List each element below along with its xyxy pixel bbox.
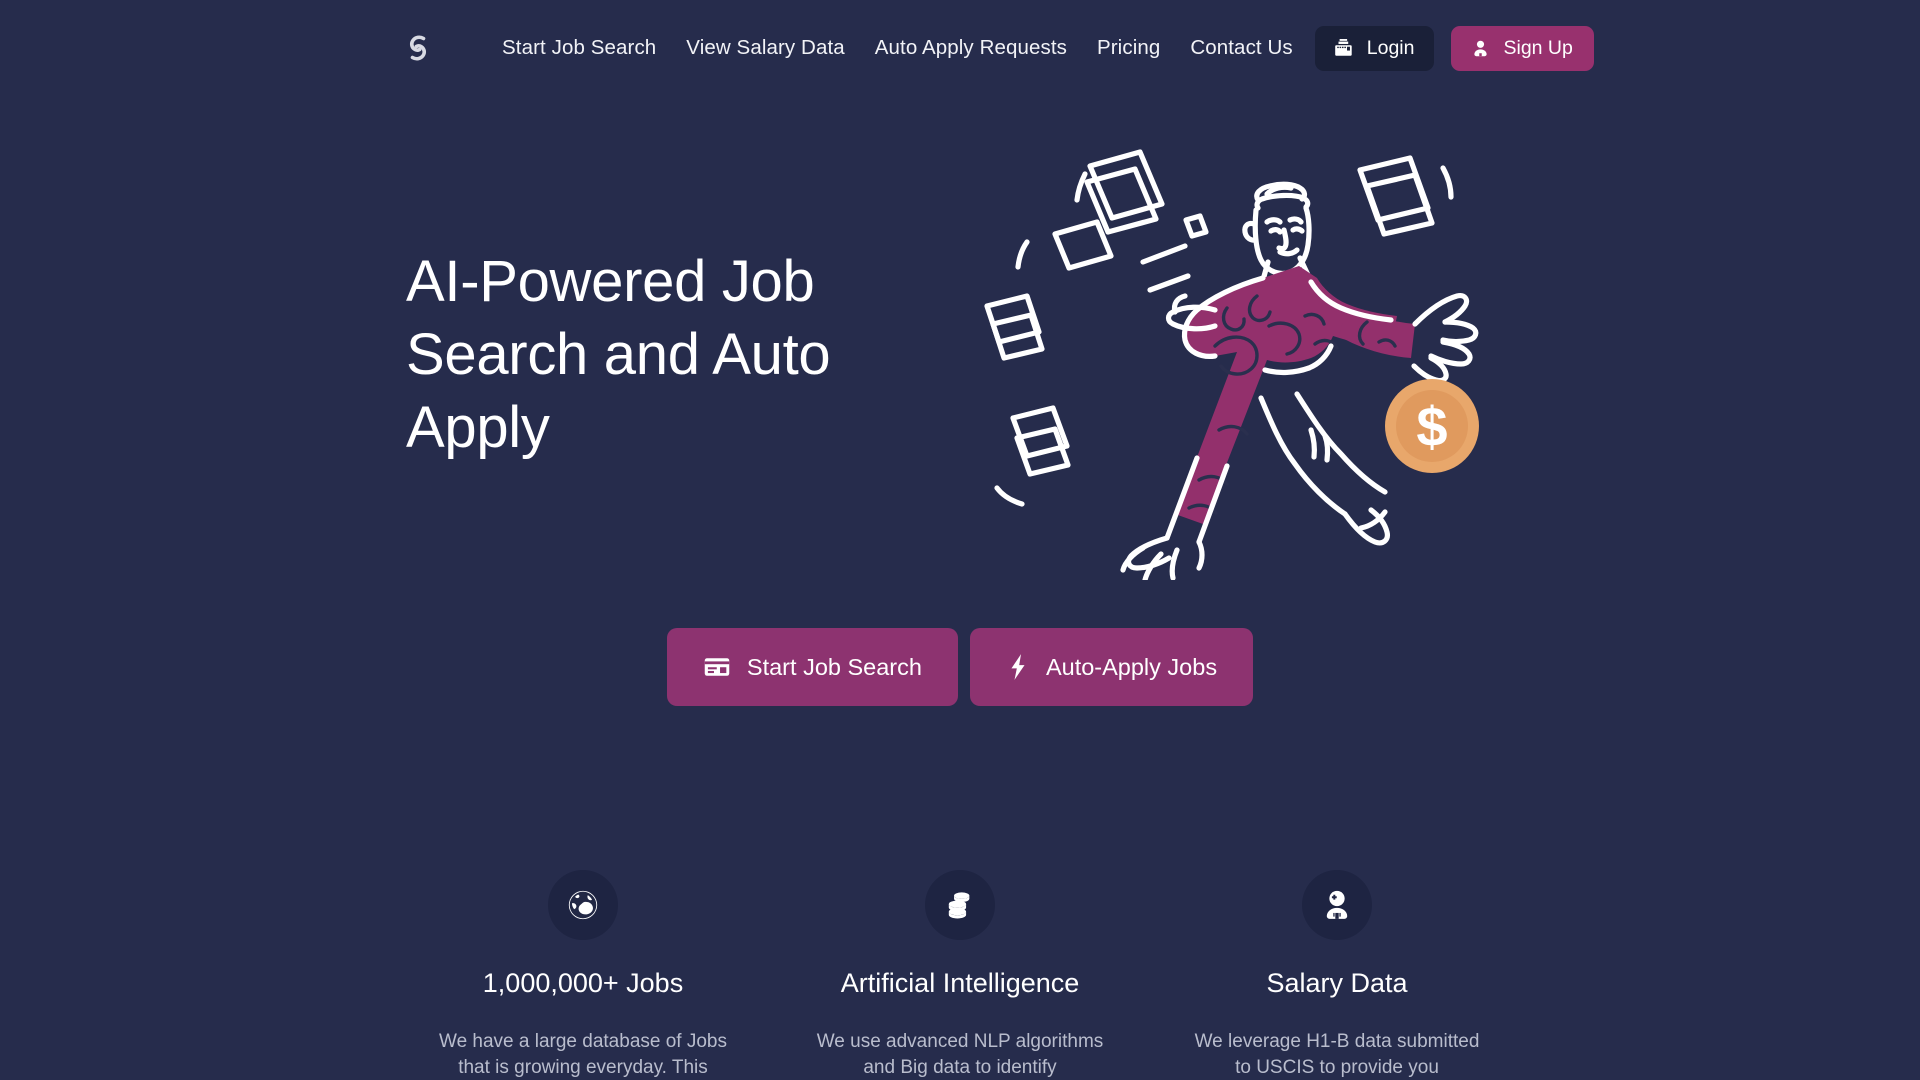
signup-button[interactable]: Sign Up — [1451, 25, 1594, 71]
user-headset-icon — [1302, 870, 1372, 940]
cash-register-icon — [1333, 37, 1355, 59]
start-job-search-button-label: Start Job Search — [746, 653, 922, 680]
nav-link-contact-us[interactable]: Contact Us — [1190, 37, 1292, 59]
lightning-bolt-icon — [1006, 653, 1030, 681]
hero-section: AI-Powered Job Search and Auto Apply $ — [0, 120, 1920, 640]
globe-icon — [548, 870, 618, 940]
nav-link-auto-apply-requests[interactable]: Auto Apply Requests — [875, 37, 1067, 59]
user-icon — [1470, 38, 1491, 59]
feature-card-salary-data: Salary Data We leverage H1-B data submit… — [1149, 870, 1526, 1080]
spiral-s-logo-icon[interactable] — [398, 28, 438, 68]
feature-description-salary-data: We leverage H1-B data submitted to USCIS… — [1194, 1031, 1480, 1078]
feature-description-artificial-intelligence: We use advanced NLP algorithms and Big d… — [816, 1031, 1104, 1078]
feature-title-jobs: 1,000,000+ Jobs — [482, 968, 684, 998]
nav-action-buttons: Login Sign Up — [1314, 25, 1594, 71]
login-button-label: Login — [1366, 36, 1415, 59]
svg-text:$: $ — [1416, 395, 1447, 458]
cta-button-row: Start Job Search Auto-Apply Jobs — [0, 628, 1920, 706]
login-button[interactable]: Login — [1314, 25, 1435, 71]
start-job-search-button[interactable]: Start Job Search — [666, 628, 958, 706]
page-title: AI-Powered Job Search and Auto Apply — [406, 249, 831, 460]
landing-page: Start Job Search View Salary Data Auto A… — [0, 0, 1920, 1080]
feature-title-salary-data: Salary Data — [1266, 968, 1408, 998]
top-navigation-bar: Start Job Search View Salary Data Auto A… — [0, 0, 1920, 96]
feature-card-jobs: 1,000,000+ Jobs We have a large database… — [395, 870, 772, 1080]
coins-stack-icon — [925, 870, 995, 940]
feature-card-artificial-intelligence: Artificial Intelligence We use advanced … — [772, 870, 1149, 1080]
signup-button-label: Sign Up — [1503, 36, 1573, 59]
nav-link-pricing[interactable]: Pricing — [1097, 37, 1160, 59]
auto-apply-jobs-button-label: Auto-Apply Jobs — [1045, 653, 1218, 680]
nav-link-view-salary-data[interactable]: View Salary Data — [686, 37, 844, 59]
feature-title-artificial-intelligence: Artificial Intelligence — [840, 968, 1080, 998]
nav-link-start-job-search[interactable]: Start Job Search — [502, 37, 656, 59]
features-section: 1,000,000+ Jobs We have a large database… — [0, 870, 1920, 1080]
man-juggling-papers-with-dollar-coin-illustration: $ — [975, 130, 1515, 580]
job-card-icon — [703, 653, 731, 681]
feature-description-jobs: We have a large database of Jobs that is… — [438, 1031, 727, 1078]
auto-apply-jobs-button[interactable]: Auto-Apply Jobs — [969, 628, 1254, 706]
nav-links: Start Job Search View Salary Data Auto A… — [502, 37, 1293, 59]
